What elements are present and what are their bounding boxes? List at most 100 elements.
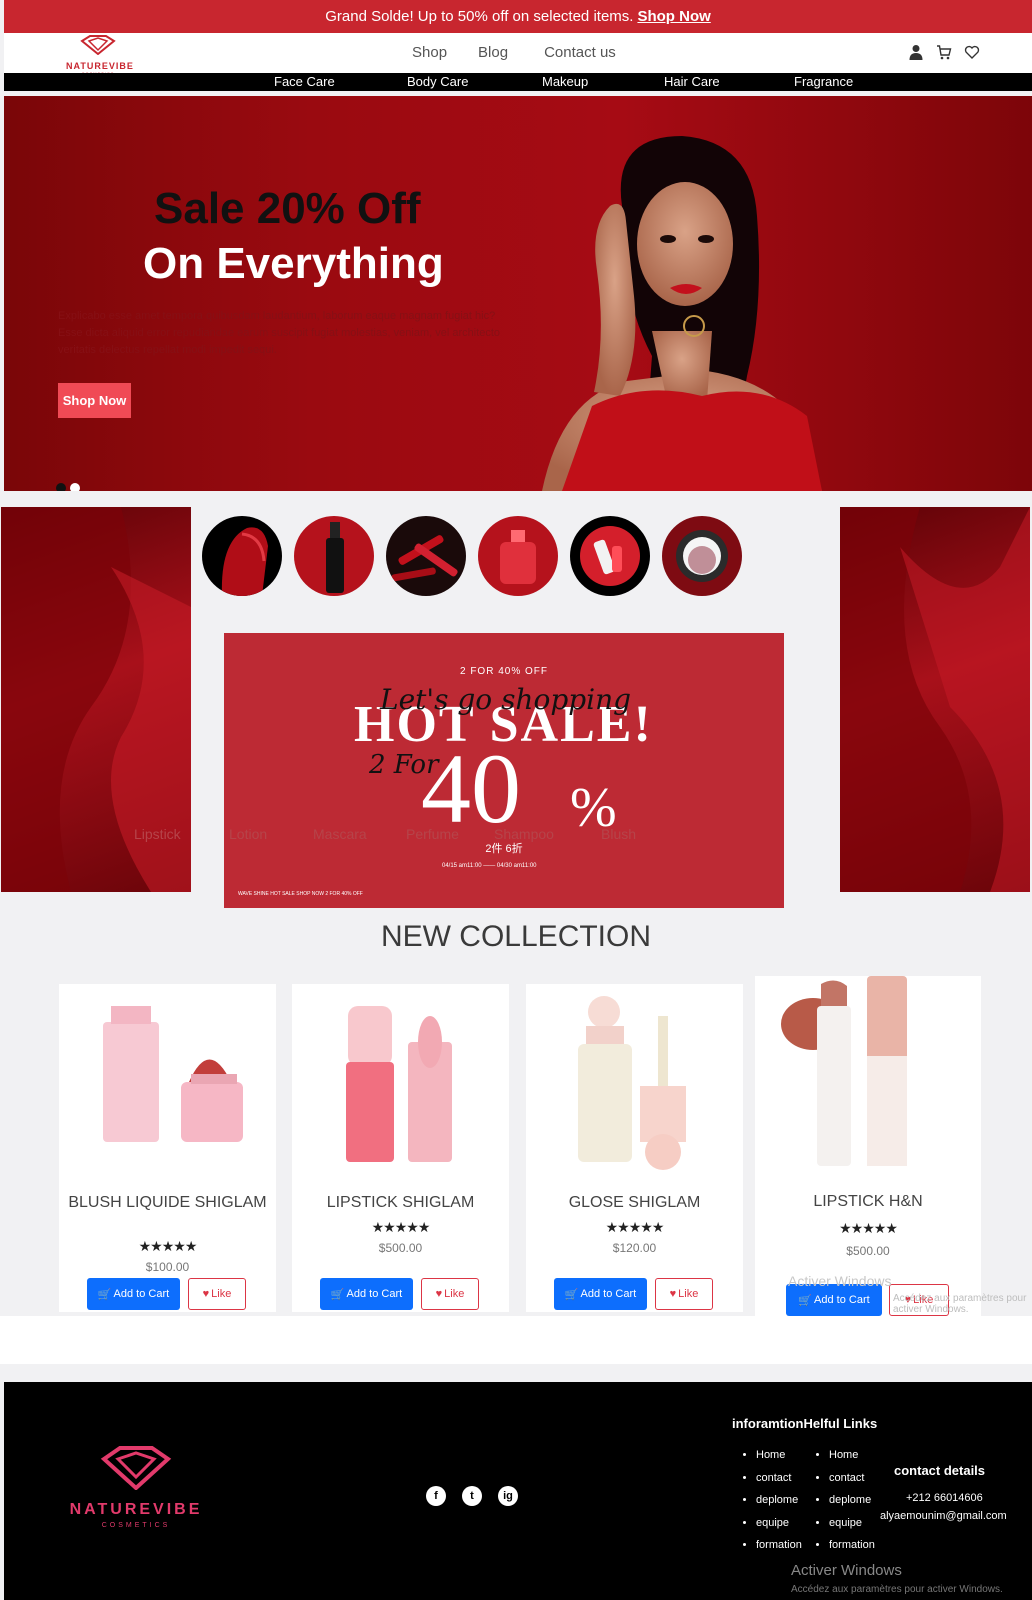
announcement-shop-link[interactable]: Shop Now (637, 8, 710, 25)
like-label: Like (211, 1288, 232, 1300)
label-mascara[interactable]: Mascara (313, 826, 367, 842)
footer-link-contact[interactable]: contact (756, 1467, 802, 1490)
instagram-icon[interactable]: ig (498, 1486, 518, 1506)
product-card: LIPSTICK SHIGLAM ★★★★★ $500.00 🛒 Add to C… (292, 984, 509, 1312)
perfume-circle[interactable] (478, 516, 558, 596)
contact-phone: +212 66014606 (906, 1492, 983, 1504)
hot-sale-banner[interactable]: 2 FOR 40% OFF HOT SALE! Let's go shoppin… (224, 633, 784, 908)
lotion-circle[interactable] (294, 516, 374, 596)
lipstick-circle[interactable] (202, 516, 282, 596)
cart-icon: 🛒 (798, 1294, 813, 1307)
footer-link-equipe[interactable]: equipe (829, 1512, 875, 1535)
carousel-dot[interactable] (70, 483, 80, 491)
product-stars: ★★★★★ (138, 1238, 198, 1254)
like-label: Like (678, 1288, 699, 1300)
footer-link-formation[interactable]: formation (756, 1534, 802, 1557)
promo-top-text: 2 FOR 40% OFF (459, 666, 548, 677)
heart-icon[interactable] (964, 44, 980, 60)
add-to-cart-button[interactable]: 🛒 Add to Cart (320, 1278, 413, 1310)
hero-title: Sale 20% Off (154, 184, 421, 233)
footer-links-title: inforamtionHelful Links (732, 1416, 878, 1431)
windows-activation-watermark-sub: Accédez aux paramètres pour activer Wind… (893, 1293, 1027, 1315)
social-icons: f t ig (426, 1486, 518, 1506)
label-lipstick[interactable]: Lipstick (134, 826, 181, 842)
category-face-care[interactable]: Face Care (274, 74, 335, 89)
nav-contact[interactable]: Contact us (544, 44, 616, 61)
nav-links: Shop Blog Contact us (412, 44, 616, 61)
hero-model-image (542, 136, 822, 491)
cart-label: Add to Cart (346, 1288, 403, 1300)
add-to-cart-button[interactable]: 🛒 Add to Cart (87, 1278, 180, 1310)
product-image (346, 1006, 452, 1162)
shampoo-circle[interactable] (570, 516, 650, 596)
twitter-icon[interactable]: t (462, 1486, 482, 1506)
footer-link-contact[interactable]: contact (829, 1467, 875, 1490)
promo-dates: 04/15 am11:00 —— 04/30 am11:00 (442, 863, 537, 869)
cart-label: Add to Cart (113, 1288, 170, 1300)
nav-shop[interactable]: Shop (412, 44, 447, 61)
product-price: $500.00 (846, 1244, 890, 1258)
contact-email[interactable]: alyaemounim@gmail.com (880, 1510, 1007, 1522)
like-label: Like (444, 1288, 465, 1300)
contact-title: contact details (894, 1463, 986, 1478)
promo-chinese: 2件 6折 (485, 843, 523, 855)
windows-activation-watermark-sub: Accédez aux paramètres pour activer Wind… (791, 1584, 1003, 1595)
footer-brand: NATUREVIBE (69, 1501, 203, 1518)
windows-activation-watermark: Activer Windows (788, 1273, 892, 1289)
heart-icon: ♥ (202, 1288, 210, 1300)
category-hair-care[interactable]: Hair Care (664, 74, 720, 89)
cart-icon: 🛒 (564, 1288, 579, 1301)
footer-tagline: COSMETICS (101, 1522, 171, 1529)
category-circles (202, 516, 742, 596)
like-button[interactable]: ♥ Like (655, 1278, 713, 1310)
main-navbar: NATUREVIBE COSMETICS Shop Blog Contact u… (4, 33, 1032, 76)
carousel-dots (56, 483, 80, 491)
category-body-care[interactable]: Body Care (407, 74, 468, 89)
footer-link-formation[interactable]: formation (829, 1534, 875, 1557)
category-makeup[interactable]: Makeup (542, 74, 588, 89)
nav-blog[interactable]: Blog (478, 44, 508, 61)
heart-icon: ♥ (435, 1288, 443, 1300)
carousel-dot[interactable] (56, 483, 66, 491)
collection-title: NEW COLLECTION (380, 920, 652, 953)
product-name: BLUSH LIQUIDE SHIGLAM (68, 1194, 267, 1211)
footer-link-home[interactable]: Home (829, 1444, 875, 1467)
like-button[interactable]: ♥ Like (421, 1278, 479, 1310)
label-blush[interactable]: Blush (601, 826, 636, 842)
label-shampoo[interactable]: Shampoo (494, 826, 554, 842)
label-perfume[interactable]: Perfume (406, 826, 459, 842)
label-lotion[interactable]: Lotion (229, 826, 267, 842)
spacer-band (0, 1316, 1032, 1364)
user-icon[interactable] (908, 44, 924, 60)
mascara-circle[interactable] (386, 516, 466, 596)
hero-body: Explicabo esse amet tempora quibusdam la… (58, 310, 501, 356)
like-button[interactable]: ♥ Like (188, 1278, 246, 1310)
footer-link-equipe[interactable]: equipe (756, 1512, 802, 1535)
add-to-cart-button[interactable]: 🛒 Add to Cart (554, 1278, 647, 1310)
cart-icon: 🛒 (330, 1288, 345, 1301)
cart-icon[interactable] (936, 44, 952, 60)
footer-logo[interactable]: NATUREVIBE COSMETICS (66, 1446, 206, 1529)
category-fragrance[interactable]: Fragrance (794, 74, 853, 89)
facebook-icon[interactable]: f (426, 1486, 446, 1506)
logo[interactable]: NATUREVIBE COSMETICS (66, 35, 133, 76)
announcement-text: Grand Solde! Up to 50% off on selected i… (325, 8, 634, 25)
windows-activation-watermark: Activer Windows (791, 1562, 902, 1579)
product-card: LIPSTICK H&N ★★★★★ $500.00 🛒 Add to Cart … (755, 976, 981, 1316)
hero-banner: Sale 20% Off On Everything Explicabo ess… (4, 96, 1032, 491)
product-price: $120.00 (612, 1241, 657, 1255)
product-price: $100.00 (145, 1260, 190, 1274)
blush-circle[interactable] (662, 516, 742, 596)
product-stars: ★★★★★ (839, 1220, 898, 1236)
promo-fineprint: WAVE SHINE HOT SALE SHOP NOW 2 FOR 40% O… (238, 891, 363, 897)
lipstick-side-image-right (840, 507, 1030, 892)
category-bar: Face Care Body Care Makeup Hair Care Fra… (4, 73, 1032, 91)
heart-icon: ♥ (669, 1288, 677, 1300)
footer-link-home[interactable]: Home (756, 1444, 802, 1467)
diamond-logo-icon (80, 35, 116, 56)
footer-links-col1: Home contact deplome equipe formation (742, 1444, 802, 1557)
footer-link-deplome[interactable]: deplome (756, 1489, 802, 1512)
hero-shop-button[interactable]: Shop Now (58, 383, 131, 418)
product-image (578, 996, 686, 1170)
footer-link-deplome[interactable]: deplome (829, 1489, 875, 1512)
